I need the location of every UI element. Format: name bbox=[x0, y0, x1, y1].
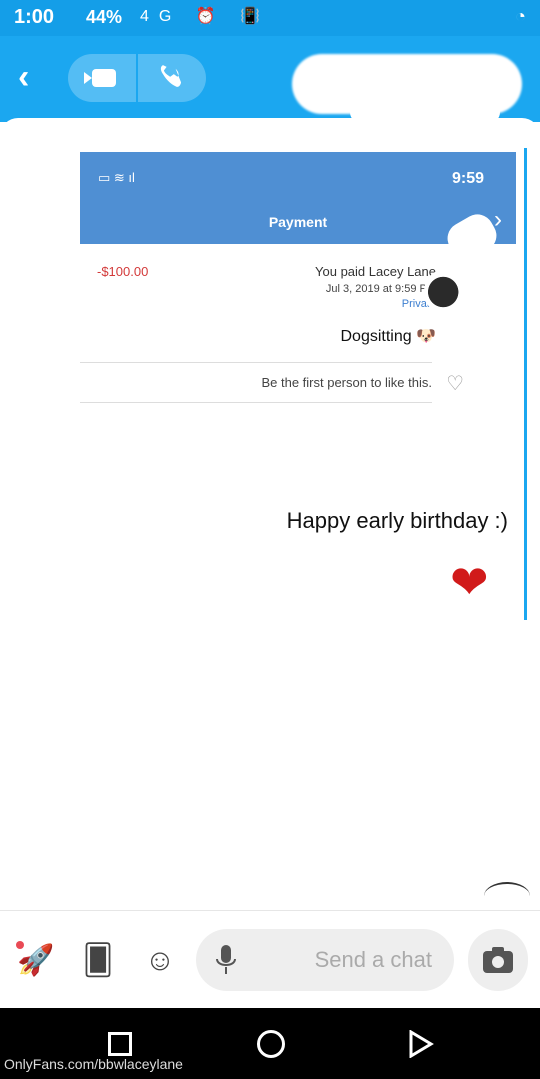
chat-placeholder: Send a chat bbox=[314, 947, 432, 972]
vibrate-icon: 📳 bbox=[240, 8, 271, 25]
like-prompt: Be the first person to like this. bbox=[261, 375, 432, 390]
shared-status-icons: ▭ ≋ ıl bbox=[98, 170, 135, 185]
battery-percent: 44% bbox=[86, 7, 123, 27]
status-icons: 4G ⏰ 📳 bbox=[140, 6, 270, 26]
cards-icon[interactable]: 🂠 bbox=[78, 941, 118, 981]
chat-header: ‹ bbox=[0, 36, 540, 124]
composer-bar: 🚀 🂠 ☺ Send a chat bbox=[0, 910, 540, 1008]
payment-payer: You paid Lacey Lane bbox=[315, 264, 436, 279]
chat-input[interactable]: Send a chat bbox=[196, 929, 454, 991]
mic-icon[interactable] bbox=[214, 943, 238, 977]
heart-emoji: ❤ bbox=[450, 556, 489, 608]
payment-note: Dogsitting 🐶 bbox=[340, 328, 436, 345]
avatar bbox=[484, 882, 530, 910]
divider bbox=[80, 362, 432, 363]
video-call-button[interactable] bbox=[84, 66, 124, 90]
notification-dot bbox=[16, 941, 24, 949]
camera-icon bbox=[483, 947, 513, 973]
back-nav-button[interactable] bbox=[408, 1030, 434, 1058]
network-label: 4G bbox=[140, 8, 182, 25]
message-accent-bar bbox=[524, 148, 527, 620]
alarm-icon: ⏰ bbox=[195, 8, 226, 25]
shared-time: 9:59 bbox=[451, 170, 484, 187]
avatar bbox=[424, 268, 472, 316]
recents-button[interactable] bbox=[108, 1032, 132, 1056]
status-time: 1:00 bbox=[14, 6, 55, 28]
message-text: Happy early birthday :) bbox=[286, 508, 508, 533]
status-bar: 1:00 44% 4G ⏰ 📳 ◔ bbox=[0, 0, 540, 36]
divider bbox=[136, 54, 138, 102]
chevron-left-icon: ‹ bbox=[18, 58, 30, 96]
back-button[interactable]: ‹ bbox=[18, 60, 48, 96]
payment-amount: -$100.00 bbox=[97, 264, 149, 279]
camera-button[interactable] bbox=[468, 929, 528, 991]
divider bbox=[80, 402, 432, 403]
watermark: OnlyFans.com/bbwlaceylane bbox=[4, 1056, 183, 1072]
wifi-icon: ◔ bbox=[515, 6, 526, 26]
shared-image[interactable]: ▭ ≋ ıl 9:59 Payment › -$100.00 You paid … bbox=[80, 152, 516, 404]
call-buttons bbox=[68, 54, 206, 102]
heart-outline-icon: ♡ bbox=[446, 373, 464, 395]
payment-date: Jul 3, 2019 at 9:59 PM bbox=[325, 283, 436, 295]
home-button[interactable] bbox=[257, 1030, 285, 1058]
voice-call-button[interactable] bbox=[156, 64, 186, 92]
emoji-icon[interactable]: ☺ bbox=[140, 941, 180, 981]
